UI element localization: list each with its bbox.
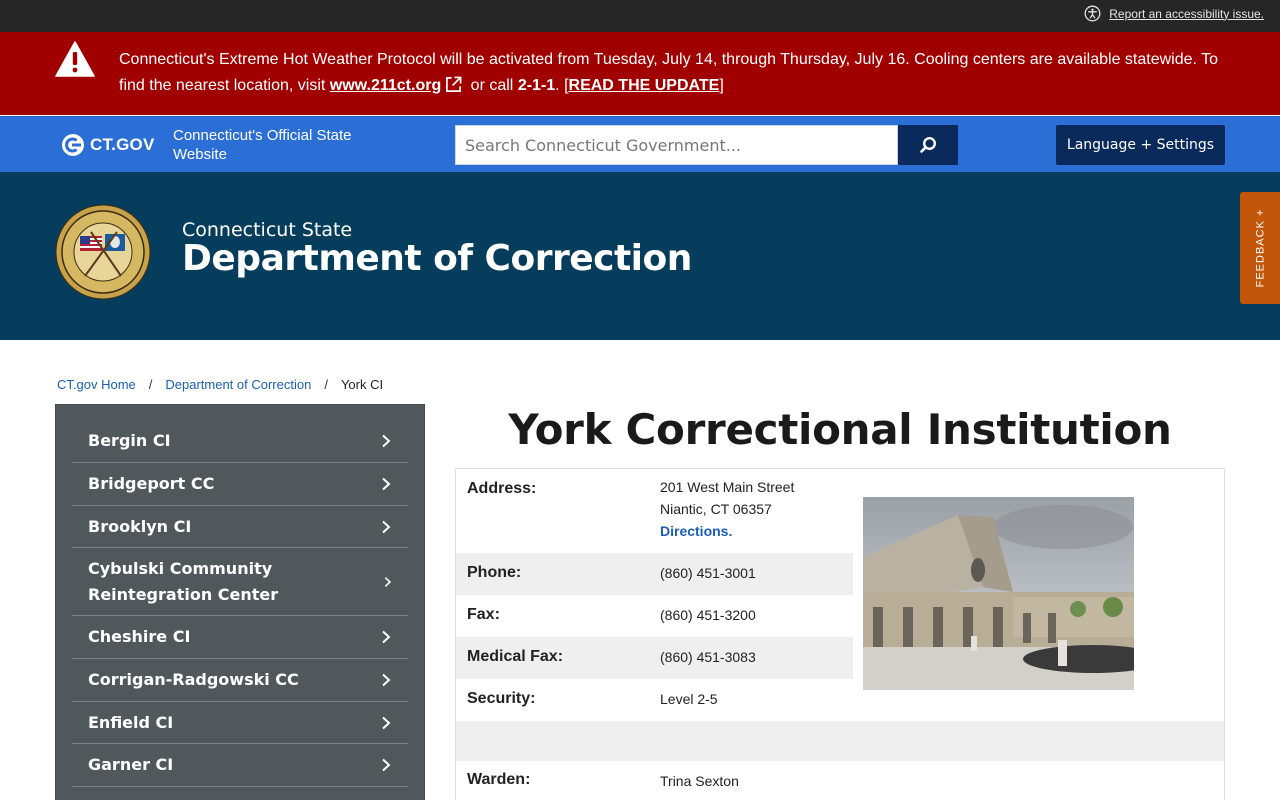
feedback-tab[interactable]: FEEDBACK + (1240, 192, 1280, 304)
chevron-right-icon (382, 520, 391, 533)
sidebar-item-brooklyn-ci[interactable]: Brooklyn CI (72, 506, 408, 548)
address-line1: 201 West Main Street (660, 479, 795, 495)
sidebar-item-label: Bridgeport CC (88, 474, 215, 493)
chevron-right-icon (382, 434, 391, 448)
sidebar-item-cybulski[interactable]: Cybulski Community Reintegration Center (72, 548, 408, 616)
alert-phone: 2-1-1 (517, 77, 556, 94)
ct-logo-icon (62, 134, 84, 156)
phone-value: (860) 451-3001 (660, 565, 756, 581)
ct-gov-logo-text: CT.GOV (90, 135, 155, 154)
sidebar-item-label: Enfield CI (88, 712, 174, 732)
sidebar-item-bergin-ci[interactable]: Bergin CI (72, 420, 408, 463)
feedback-label: FEEDBACK + (1254, 208, 1266, 288)
alert-message: Connecticut's Extreme Hot Weather Protoc… (119, 47, 1239, 99)
alert-text-call: or call (466, 77, 518, 94)
utility-bar: Report an accessibility issue. (0, 0, 1280, 32)
address-label: Address: (467, 480, 537, 497)
sidebar-item-label: Garner CI (88, 755, 174, 774)
chevron-right-icon (382, 758, 391, 772)
facility-photo (863, 497, 1134, 690)
security-label: Security: (467, 690, 536, 707)
facility-info-table: Address: 201 West Main Street Niantic, C… (455, 468, 1225, 800)
phone-row: Phone: (860) 451-3001 (456, 553, 853, 595)
empty-row (456, 721, 1224, 761)
chevron-right-icon (382, 716, 391, 729)
211ct-link[interactable]: www.211ct.org (330, 77, 441, 94)
sidebar-item-label: Cybulski Community Reintegration Center (88, 558, 279, 604)
ct-gov-logo[interactable]: CT.GOV (62, 134, 155, 156)
breadcrumb: CT.gov Home / Department of Correction /… (57, 377, 383, 392)
sidebar-item-enfield-ci[interactable]: Enfield CI (72, 702, 408, 744)
security-row: Security: Level 2-5 (456, 679, 853, 721)
agency-header: Connecticut State Department of Correcti… (0, 172, 1280, 340)
external-link-icon (446, 76, 462, 92)
chevron-right-icon (384, 576, 391, 587)
warden-row: Warden: Trina Sexton (456, 761, 853, 800)
doc-seal-logo (55, 204, 151, 300)
ct-gov-bar: CT.GOV Connecticut's Official State Webs… (0, 116, 1280, 172)
breadcrumb-separator: / (324, 377, 328, 392)
address-row: Address: 201 West Main Street Niantic, C… (456, 469, 853, 553)
sidebar-item-bridgeport-cc[interactable]: Bridgeport CC (72, 463, 408, 506)
chevron-right-icon (382, 630, 391, 644)
sidebar-item-label: Corrigan-Radgowski CC (88, 670, 299, 689)
address-line2: Niantic, CT 06357 (660, 501, 772, 517)
breadcrumb-current: York CI (340, 377, 384, 392)
breadcrumb-department[interactable]: Department of Correction (165, 377, 311, 392)
medical-fax-label: Medical Fax: (467, 648, 564, 665)
sidebar-item-corrigan-radgowski-cc[interactable]: Corrigan-Radgowski CC (72, 659, 408, 702)
report-accessibility-label: Report an accessibility issue. (1109, 6, 1264, 21)
medical-fax-value: (860) 451-3083 (660, 649, 756, 665)
sidebar-item-label: Cheshire CI (88, 627, 191, 646)
accessibility-icon (1084, 5, 1101, 22)
sidebar-item-label: Bergin CI (88, 431, 171, 450)
language-settings-button[interactable]: Language + Settings (1056, 125, 1225, 165)
warning-icon (55, 41, 95, 77)
alert-text-bracket-close: ] (719, 77, 724, 94)
fax-value: (860) 451-3200 (660, 607, 756, 623)
breadcrumb-separator: / (148, 377, 153, 392)
page-title: York Correctional Institution (508, 405, 1172, 454)
fax-label: Fax: (467, 606, 500, 623)
chevron-right-icon (382, 477, 391, 491)
agency-title[interactable]: Department of Correction (182, 238, 692, 279)
warden-label: Warden: (467, 771, 531, 788)
phone-label: Phone: (467, 564, 522, 581)
medical-fax-row: Medical Fax: (860) 451-3083 (456, 637, 853, 679)
heat-alert-banner: Connecticut's Extreme Hot Weather Protoc… (0, 32, 1280, 115)
alert-text-bracket-open: . [ (555, 77, 569, 94)
security-value: Level 2-5 (660, 691, 718, 707)
warden-value: Trina Sexton (660, 773, 739, 789)
breadcrumb-ct-home[interactable]: CT.gov Home (57, 377, 136, 392)
search-input[interactable] (455, 125, 898, 165)
facility-sidebar: Bergin CI Bridgeport CC Brooklyn CI Cybu… (55, 404, 425, 800)
directions-link[interactable]: Directions. (660, 523, 732, 539)
sidebar-item-label: Brooklyn CI (88, 516, 192, 536)
state-website-tagline: Connecticut's Official State Website (173, 127, 352, 163)
search-icon (920, 136, 937, 153)
sidebar-item-cheshire-ci[interactable]: Cheshire CI (72, 616, 408, 659)
fax-row: Fax: (860) 451-3200 (456, 595, 853, 637)
address-value: 201 West Main Street Niantic, CT 06357 D… (660, 476, 794, 542)
search-button[interactable] (898, 125, 958, 165)
sidebar-item-garner-ci[interactable]: Garner CI (72, 744, 408, 787)
read-update-link[interactable]: READ THE UPDATE (569, 77, 720, 94)
report-accessibility-link[interactable]: Report an accessibility issue. (1084, 5, 1264, 22)
chevron-right-icon (382, 673, 391, 687)
